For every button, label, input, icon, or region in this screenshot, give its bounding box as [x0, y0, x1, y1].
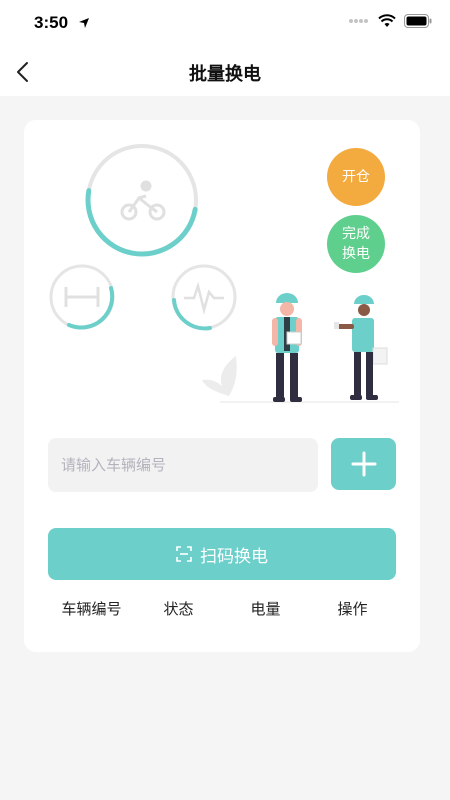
table-header: 车辆编号 状态 电量 操作 — [48, 598, 396, 622]
scan-icon — [176, 546, 192, 562]
column-header-status: 状态 — [163, 600, 194, 618]
heartbeat-icon — [184, 281, 224, 315]
barbell-gauge — [49, 264, 115, 330]
main-card: 开仓 完成 换电 扫码换电 车辆编号 状态 电量 操作 — [24, 120, 420, 652]
complete-swap-label-line2: 换电 — [342, 246, 370, 262]
page-title: 批量换电 — [189, 64, 261, 85]
battery-icon — [404, 14, 432, 28]
wifi-icon — [378, 14, 396, 27]
bicycle-icon — [120, 180, 166, 221]
vehicle-input-row — [48, 438, 396, 492]
vehicle-number-input[interactable] — [48, 438, 318, 492]
open-compartment-label: 开仓 — [342, 169, 370, 185]
worker-left-illustration — [272, 293, 302, 402]
column-header-battery: 电量 — [250, 600, 281, 618]
location-arrow-icon — [79, 18, 89, 28]
status-time: 3:50 — [34, 13, 69, 32]
column-header-vehicle-number: 车辆编号 — [61, 600, 122, 618]
cellular-signal-icon — [349, 19, 368, 23]
add-vehicle-button[interactable] — [331, 438, 396, 490]
plus-icon — [351, 451, 376, 477]
scan-swap-label: 扫码换电 — [200, 546, 268, 567]
column-header-action: 操作 — [337, 600, 368, 618]
open-compartment-button[interactable]: 开仓 — [327, 148, 385, 206]
bicycle-gauge — [85, 144, 198, 257]
worker-right-illustration — [334, 295, 388, 400]
heartbeat-gauge — [171, 264, 237, 331]
scan-swap-button[interactable]: 扫码换电 — [48, 528, 396, 580]
status-icons — [348, 14, 432, 28]
complete-swap-label-line1: 完成 — [342, 226, 370, 242]
nav-bar: 批量换电 — [0, 48, 450, 96]
status-bar: 3:50 — [0, 0, 450, 48]
barbell-icon — [64, 287, 100, 307]
complete-swap-button[interactable]: 完成 换电 — [327, 215, 385, 273]
